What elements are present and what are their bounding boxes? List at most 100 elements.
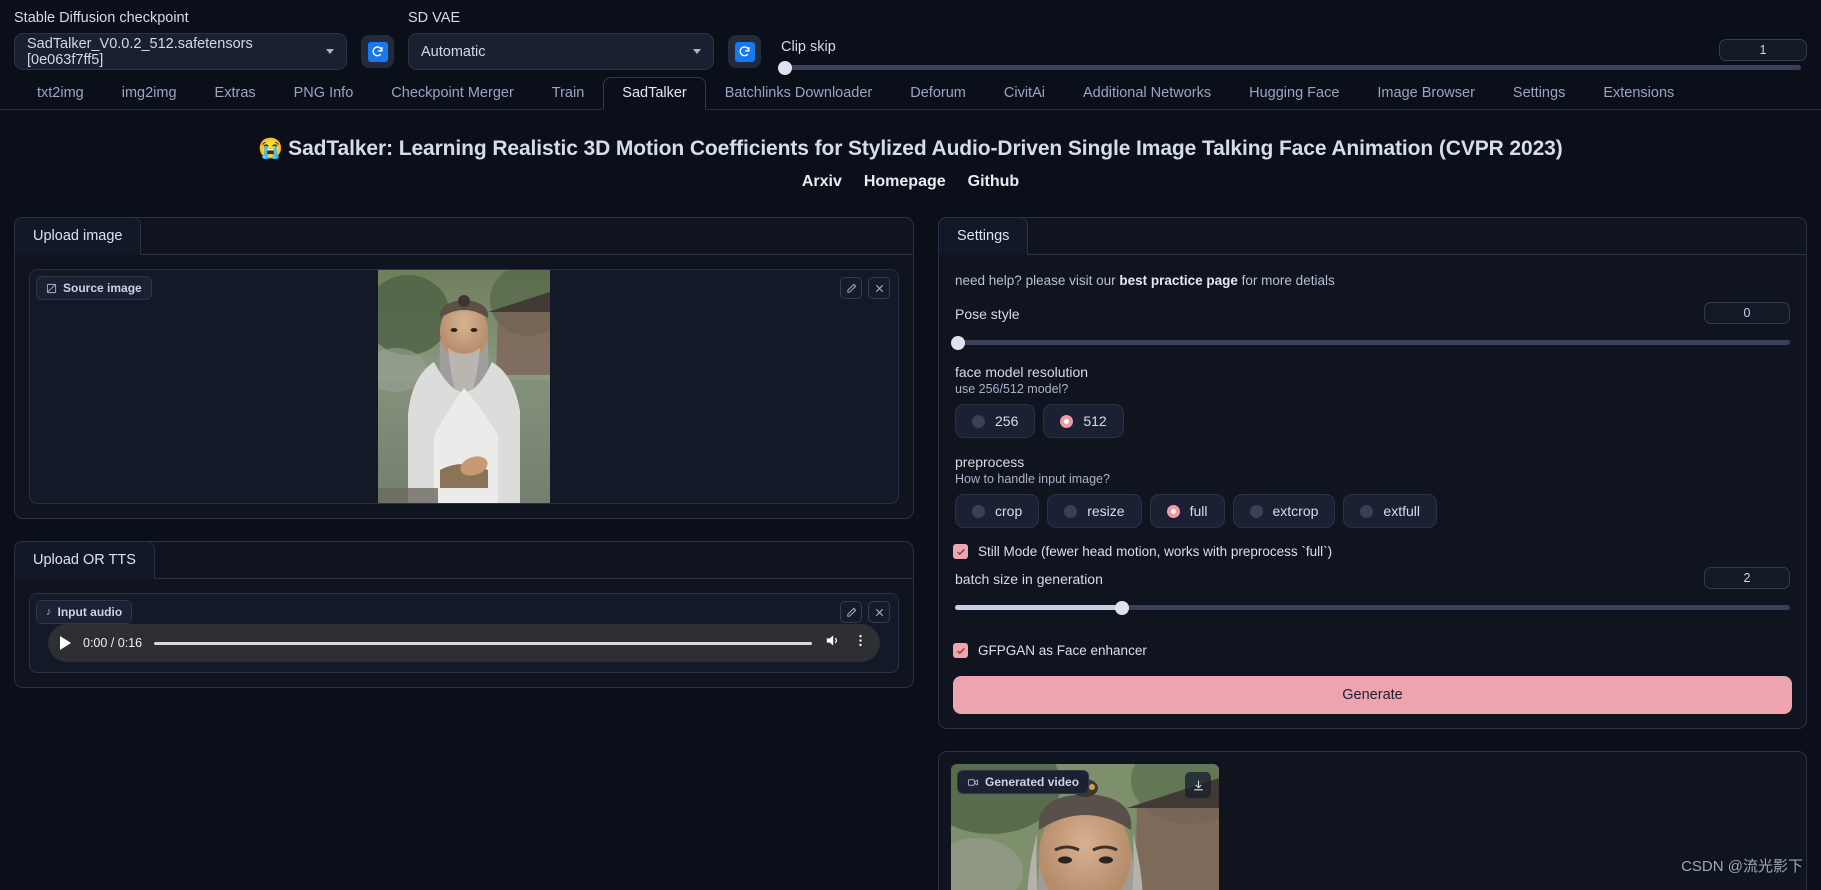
batch-size-group: batch size in generation 2 [953,567,1792,629]
link-homepage[interactable]: Homepage [864,173,946,191]
radio-dot-selected-icon [1060,414,1074,428]
radio-dot-icon [1360,504,1374,518]
tab-img2img[interactable]: img2img [103,77,196,109]
batch-size-slider-row: 2 [955,567,1790,629]
radio-preprocess-extfull[interactable]: extfull [1343,494,1437,528]
tab-upload-or-tts[interactable]: Upload OR TTS [14,541,155,579]
input-audio-actions [840,601,890,623]
audio-player[interactable]: 0:00 / 0:16 [48,624,880,662]
radio-preprocess-resize[interactable]: resize [1047,494,1142,528]
audio-progress-bar[interactable] [154,641,812,645]
play-icon[interactable] [60,636,71,650]
preprocess-group: preprocess How to handle input image? cr… [953,454,1792,528]
link-github[interactable]: Github [968,173,1020,191]
batch-size-label: batch size in generation [955,571,1103,587]
still-mode-checkbox[interactable]: Still Mode (fewer head motion, works wit… [953,544,1792,559]
tab-settings[interactable]: Settings [1494,77,1584,109]
clip-skip-value[interactable]: 1 [1719,39,1807,61]
kebab-menu-icon[interactable] [853,632,868,654]
remove-source-image-button[interactable] [868,277,890,299]
tab-checkpoint-merger[interactable]: Checkpoint Merger [372,77,533,109]
audio-body: ♪ Input audio 0:00 / 0:16 [15,579,913,687]
help-suffix: for more detials [1237,273,1335,288]
radio-preprocess-crop[interactable]: crop [955,494,1040,528]
page-title-text: SadTalker: Learning Realistic 3D Motion … [288,137,1563,160]
radio-face-512[interactable]: 512 [1043,404,1124,438]
refresh-checkpoint-button[interactable] [361,35,394,68]
input-audio-dropzone[interactable]: ♪ Input audio 0:00 / 0:16 [29,593,899,673]
tab-extensions[interactable]: Extensions [1584,77,1693,109]
batch-size-slider-knob[interactable] [1115,600,1129,615]
tab-image-browser[interactable]: Image Browser [1358,77,1494,109]
tab-batchlinks-downloader[interactable]: Batchlinks Downloader [706,77,892,109]
batch-size-value[interactable]: 2 [1704,567,1790,589]
chevron-down-icon [326,49,334,54]
close-icon [875,608,883,616]
page-title: 😭 SadTalker: Learning Realistic 3D Motion… [14,136,1807,161]
radio-preprocess-extfull-label: extfull [1383,503,1420,519]
source-image-preview [378,270,550,503]
pose-style-slider-knob[interactable] [951,335,966,350]
generate-button[interactable]: Generate [953,676,1792,714]
tab-upload-image[interactable]: Upload image [14,217,142,255]
tab-train[interactable]: Train [533,77,604,109]
tab-additional-networks[interactable]: Additional Networks [1064,77,1230,109]
radio-preprocess-full[interactable]: full [1149,494,1225,528]
refresh-vae-button[interactable] [728,35,761,68]
generated-video-player[interactable]: Generated video [951,764,1219,890]
still-mode-label: Still Mode (fewer head motion, works wit… [978,544,1333,559]
tab-deforum[interactable]: Deforum [891,77,985,109]
pencil-icon [846,283,856,293]
radio-dot-icon [972,414,985,428]
radio-dot-selected-icon [1166,504,1180,518]
tab-txt2img[interactable]: txt2img [18,77,103,109]
gfpgan-checkbox[interactable]: GFPGAN as Face enhancer [953,643,1792,658]
left-column: Upload image Source image Upload OR TTS … [14,217,914,688]
radio-preprocess-resize-label: resize [1087,503,1125,519]
source-image-dropzone[interactable]: Source image [29,269,899,504]
checkpoint-label: Stable Diffusion checkpoint [14,9,189,26]
tab-png-info[interactable]: PNG Info [275,77,373,109]
volume-icon[interactable] [824,632,841,654]
download-icon [1193,780,1203,790]
remove-input-audio-button[interactable] [868,601,890,623]
pose-style-slider[interactable] [951,335,1790,350]
radio-dot-icon [1249,504,1263,518]
edit-input-audio-button[interactable] [840,601,862,623]
tab-sadtalker[interactable]: SadTalker [603,77,706,110]
checkpoint-group: Stable Diffusion checkpoint SadTalker_V0… [14,10,347,70]
clip-skip-slider-knob[interactable] [778,60,793,75]
tab-hugging-face[interactable]: Hugging Face [1230,77,1358,109]
best-practice-link[interactable]: best practice page [1119,273,1238,288]
source-image-chip: Source image [36,276,152,300]
radio-preprocess-crop-label: crop [995,503,1023,519]
download-video-button[interactable] [1185,772,1211,798]
clip-skip-label: Clip skip [781,39,836,55]
tab-extras[interactable]: Extras [196,77,275,109]
watermark: CSDN @流光影下 [1681,858,1803,875]
link-arxiv[interactable]: Arxiv [802,173,842,191]
upload-image-tabstrip: Upload image [14,217,913,255]
generated-video-chip: Generated video [957,770,1090,794]
top-toolbar: Stable Diffusion checkpoint SadTalker_V0… [0,0,1821,75]
vae-dropdown[interactable]: Automatic [408,33,714,70]
reference-links: Arxiv Homepage Github [14,173,1807,191]
clip-skip-slider[interactable] [778,60,1801,75]
tab-settings-panel[interactable]: Settings [938,217,1029,255]
content-columns: Upload image Source image Upload OR TTS … [14,217,1807,890]
vae-label: SD VAE [408,9,461,26]
radio-preprocess-extcrop[interactable]: extcrop [1232,494,1336,528]
clip-skip-group: Clip skip 1 [775,39,1807,75]
edit-source-image-button[interactable] [840,277,862,299]
checkpoint-dropdown[interactable]: SadTalker_V0.0.2_512.safetensors [0e063f… [14,33,347,70]
input-audio-chip: ♪ Input audio [36,600,133,624]
batch-size-slider[interactable] [955,600,1790,615]
preprocess-hint: How to handle input image? [955,472,1110,486]
preprocess-radio-group: crop resize full extcrop extfull [955,494,1790,528]
pose-style-value[interactable]: 0 [1704,302,1790,324]
radio-face-256[interactable]: 256 [955,404,1036,438]
radio-face-512-label: 512 [1083,413,1107,429]
upload-image-panel: Upload image Source image [14,217,914,519]
face-resolution-hint: use 256/512 model? [955,382,1069,396]
tab-civitai[interactable]: CivitAi [985,77,1064,109]
